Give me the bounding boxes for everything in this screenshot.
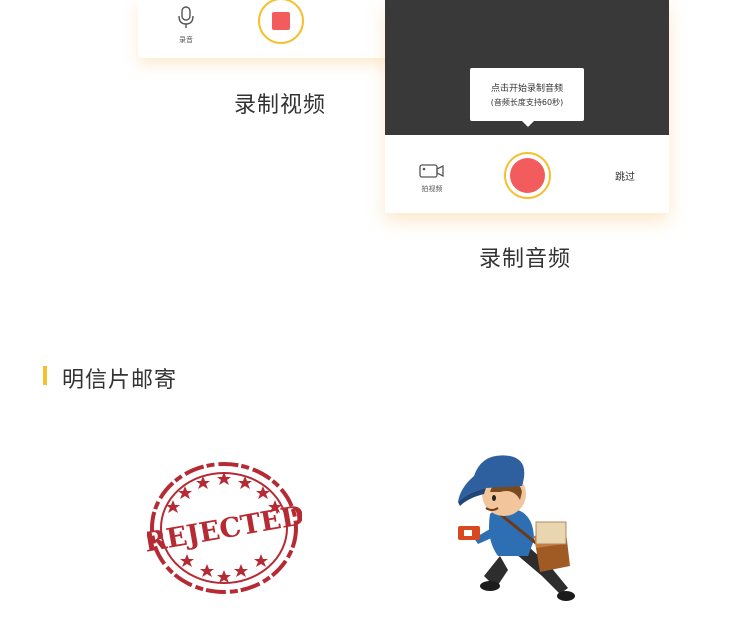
audio-caption: 录制音频 [479, 247, 572, 272]
stop-icon [272, 12, 290, 30]
tooltip-line-2: (音频长度支持60秒) [490, 98, 564, 107]
video-recording-card: 录音 [138, 0, 388, 58]
video-caption: 录制视频 [234, 93, 327, 118]
rejected-stamp: REJECTED [142, 458, 307, 602]
video-camera-icon [419, 164, 445, 183]
audio-recording-card: 点击开始录制音频 (音频长度支持60秒) 拍视频 跳过 [385, 0, 669, 213]
tooltip-line-1: 点击开始录制音频 [490, 84, 563, 94]
record-audio-control[interactable]: 录音 [174, 6, 198, 45]
tooltip-arrow [522, 121, 534, 127]
skip-button[interactable]: 跳过 [615, 168, 635, 183]
section-accent-bar [43, 366, 47, 385]
record-icon [510, 158, 545, 193]
record-video-control[interactable]: 拍视频 [418, 163, 446, 194]
record-audio-label: 录音 [179, 36, 193, 44]
section-title: 明信片邮寄 [62, 368, 178, 393]
start-recording-button[interactable] [504, 152, 551, 199]
courier-illustration [438, 448, 588, 612]
stop-recording-button[interactable] [258, 0, 304, 44]
microphone-icon [177, 6, 195, 34]
recording-preview-area: 点击开始录制音频 (音频长度支持60秒) [385, 0, 669, 135]
recording-controls-bar: 拍视频 跳过 [385, 135, 669, 213]
record-video-label: 拍视频 [421, 185, 443, 193]
record-tooltip: 点击开始录制音频 (音频长度支持60秒) [470, 68, 584, 127]
